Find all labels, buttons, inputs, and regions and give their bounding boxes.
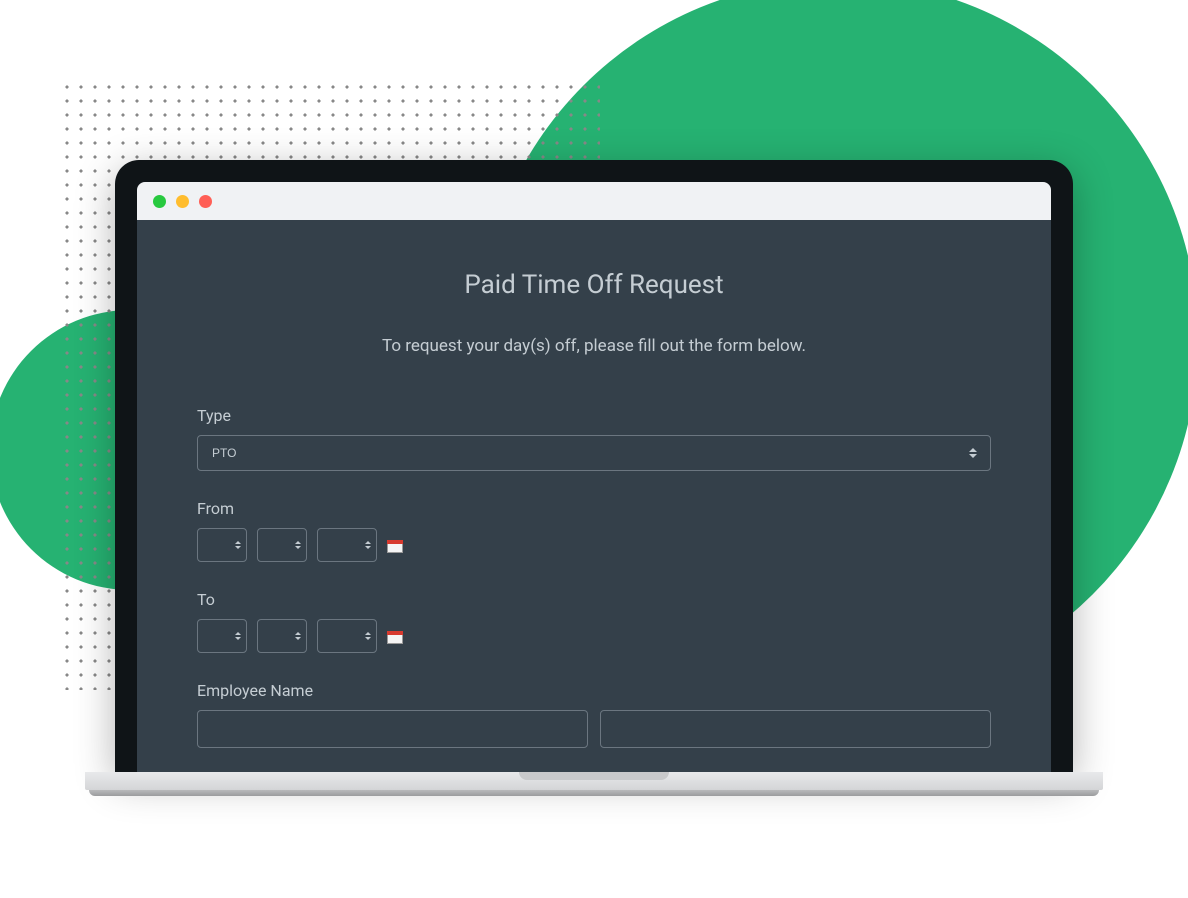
browser-header <box>137 182 1051 220</box>
traffic-light-minimize-icon[interactable] <box>176 195 189 208</box>
employee-name-label: Employee Name <box>197 681 991 700</box>
to-day-select[interactable] <box>257 619 307 653</box>
to-date-group <box>197 619 991 653</box>
form-content: Paid Time Off Request To request your da… <box>137 220 1051 772</box>
laptop-screen: Paid Time Off Request To request your da… <box>115 160 1073 772</box>
to-calendar-icon[interactable] <box>387 628 403 644</box>
name-input-group <box>197 710 991 748</box>
from-month-select[interactable] <box>197 528 247 562</box>
from-field: From <box>197 499 991 562</box>
type-label: Type <box>197 406 991 425</box>
type-select-wrapper: PTO <box>197 435 991 471</box>
last-name-input[interactable] <box>600 710 991 748</box>
traffic-light-maximize-icon[interactable] <box>199 195 212 208</box>
browser-window: Paid Time Off Request To request your da… <box>137 182 1051 772</box>
laptop-base <box>85 772 1103 800</box>
from-day-select[interactable] <box>257 528 307 562</box>
traffic-light-close-icon[interactable] <box>153 195 166 208</box>
laptop-notch <box>519 772 669 780</box>
employee-name-field: Employee Name <box>197 681 991 748</box>
from-label: From <box>197 499 991 518</box>
type-field: Type PTO <box>197 406 991 471</box>
form-title: Paid Time Off Request <box>197 270 991 300</box>
from-date-group <box>197 528 991 562</box>
to-field: To <box>197 590 991 653</box>
from-year-select[interactable] <box>317 528 377 562</box>
from-calendar-icon[interactable] <box>387 537 403 553</box>
first-name-input[interactable] <box>197 710 588 748</box>
to-label: To <box>197 590 991 609</box>
laptop-mockup: Paid Time Off Request To request your da… <box>85 160 1103 800</box>
to-month-select[interactable] <box>197 619 247 653</box>
to-year-select[interactable] <box>317 619 377 653</box>
type-select[interactable]: PTO <box>197 435 991 471</box>
form-description: To request your day(s) off, please fill … <box>197 336 991 356</box>
